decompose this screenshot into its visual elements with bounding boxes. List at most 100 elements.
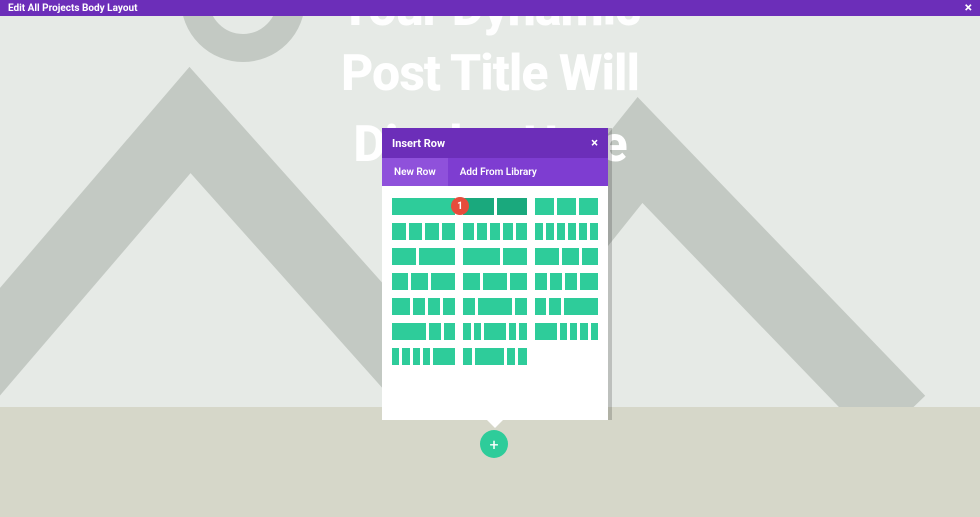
row-layout-option[interactable] [463,298,526,315]
row-layout-option[interactable] [535,223,598,240]
layout-col [392,298,410,315]
layout-col [419,248,455,265]
row-layout-option[interactable] [392,298,455,315]
layout-col [535,198,554,215]
top-bar: Edit All Projects Body Layout × [0,0,980,16]
layout-col [392,273,408,290]
layout-col [503,248,527,265]
layout-col [535,248,560,265]
layout-col [557,223,565,240]
layout-col [519,323,526,340]
layout-col [557,198,576,215]
layout-col [510,273,526,290]
layout-col [478,298,512,315]
tab-new-row[interactable]: New Row [382,158,448,186]
row-layout-option[interactable] [392,323,455,340]
layout-col [392,223,406,240]
row-layout-option[interactable] [535,273,598,290]
layout-col [423,348,430,365]
row-layout-option[interactable] [535,248,598,265]
layout-col [474,323,481,340]
modal-pointer-icon [487,420,503,428]
layout-col [463,298,474,315]
annotation-badge: 1 [451,197,469,215]
layout-col [475,348,504,365]
layout-col [568,223,576,240]
plus-icon: + [489,435,498,454]
row-layout-option[interactable] [535,298,598,315]
layout-col [413,298,425,315]
layout-col [413,348,420,365]
row-layout-option[interactable] [463,273,526,290]
layout-col [463,323,470,340]
layout-col [535,273,547,290]
row-layout-option[interactable] [463,323,526,340]
layout-col [516,223,526,240]
layout-col [463,223,473,240]
layout-col [564,298,598,315]
layout-col [580,323,587,340]
layout-col [550,273,562,290]
layout-col [590,223,598,240]
tab-add-from-library[interactable]: Add From Library [448,158,549,186]
layout-col [425,223,439,240]
row-layout-option[interactable] [392,348,455,365]
layout-col [392,198,455,215]
row-layout-option[interactable] [463,198,526,215]
layout-col [579,223,587,240]
layout-col [570,323,577,340]
layout-col [477,223,487,240]
layout-col [402,348,409,365]
insert-row-modal: Insert Row × New Row Add From Library 1 [382,128,608,420]
layout-col [409,223,423,240]
layout-col [392,323,426,340]
layout-col [433,348,455,365]
row-layout-option[interactable] [392,198,455,215]
layout-col [429,323,440,340]
layout-col [535,223,543,240]
layout-col [428,298,440,315]
layout-col [392,248,416,265]
row-layout-option[interactable] [463,248,526,265]
layout-col [463,273,479,290]
layout-col [507,348,515,365]
row-layout-option[interactable] [463,348,526,365]
layout-col [565,273,577,290]
layout-col [580,273,598,290]
layout-col [535,323,557,340]
layout-col [515,298,526,315]
close-icon[interactable]: × [965,1,972,15]
layout-col [490,223,500,240]
layout-col [444,323,455,340]
row-layout-option[interactable] [535,198,598,215]
layout-col [484,323,506,340]
row-layout-option[interactable] [535,323,598,340]
layout-col [503,223,513,240]
layout-col [562,248,578,265]
layout-col [392,348,399,365]
layout-col [443,298,455,315]
layout-col [509,323,516,340]
row-layout-option[interactable] [392,273,455,290]
modal-title: Insert Row [392,137,445,150]
row-layout-option[interactable] [392,223,455,240]
layout-col [582,248,598,265]
layout-col [549,298,560,315]
layout-col [442,223,456,240]
layout-col [518,348,526,365]
modal-body [382,186,608,420]
row-layout-option[interactable] [392,248,455,265]
layout-col [463,348,471,365]
row-layout-option[interactable] [463,223,526,240]
layout-col [463,248,499,265]
layout-col [560,323,567,340]
layout-col [411,273,427,290]
modal-header: Insert Row × [382,128,608,158]
layout-col [431,273,456,290]
layout-col [497,198,527,215]
layout-col [546,223,554,240]
add-row-button[interactable]: + [480,430,508,458]
layout-col [483,273,508,290]
modal-close-icon[interactable]: × [591,136,598,151]
top-bar-title: Edit All Projects Body Layout [8,3,137,14]
